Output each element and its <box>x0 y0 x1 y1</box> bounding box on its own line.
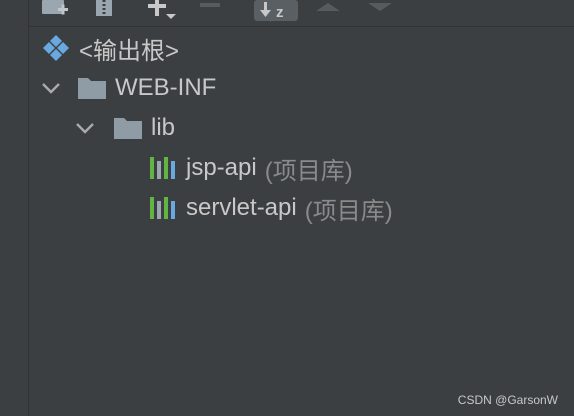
library-icon <box>148 195 178 221</box>
toolbar: z <box>29 0 574 27</box>
library-icon <box>148 155 178 181</box>
tree-item-suffix: (项目库) <box>264 157 353 185</box>
remove-icon[interactable] <box>199 0 221 18</box>
svg-text:z: z <box>276 4 284 21</box>
watermark: CSDN @GarsonW <box>457 393 558 407</box>
output-root-icon <box>41 33 71 63</box>
tree-item-label: WEB-INF <box>115 74 217 101</box>
tree-item-label: servlet-api <box>186 194 297 221</box>
left-gutter <box>0 0 29 416</box>
folder-icon <box>77 76 107 100</box>
tree-item-jsp-api[interactable]: jsp-api (项目库) <box>148 148 353 188</box>
add-folder-icon[interactable] <box>41 0 71 23</box>
tree-item-lib[interactable]: lib <box>75 108 175 148</box>
folder-icon <box>113 116 143 140</box>
chevron-down-icon[interactable] <box>41 81 71 95</box>
tree-root[interactable]: <输出根> <box>41 28 179 68</box>
tree-item-suffix: (项目库) <box>304 197 393 225</box>
move-up-icon[interactable] <box>315 0 341 18</box>
tree-item-label: lib <box>151 114 176 141</box>
tree-item-web-inf[interactable]: WEB-INF <box>41 68 216 108</box>
chevron-down-icon[interactable] <box>75 121 105 135</box>
tree-item-label: jsp-api <box>186 154 257 181</box>
move-down-icon[interactable] <box>367 0 393 18</box>
sort-alpha-icon[interactable]: z <box>254 0 299 27</box>
add-dropdown-icon[interactable] <box>146 0 180 27</box>
archive-icon[interactable] <box>94 0 114 23</box>
tree-root-label: <输出根> <box>79 37 180 65</box>
tree-item-servlet-api[interactable]: servlet-api (项目库) <box>148 188 393 228</box>
